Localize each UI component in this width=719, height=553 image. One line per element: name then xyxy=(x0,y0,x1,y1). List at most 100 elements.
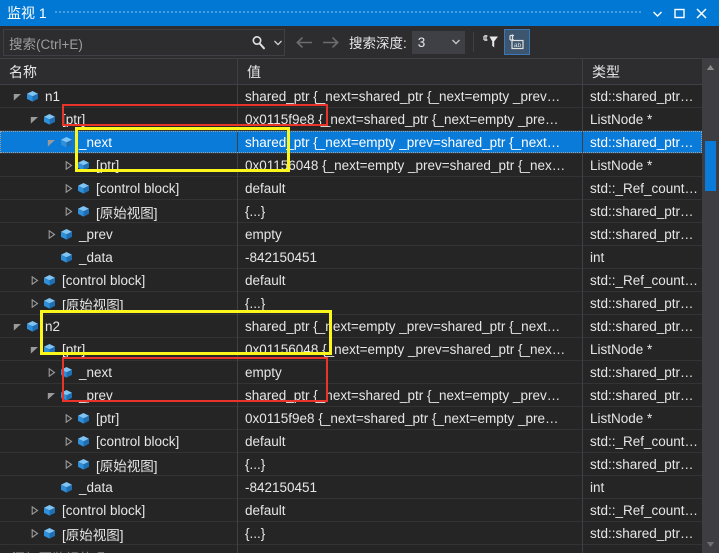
row-name-cell[interactable]: [control block] xyxy=(0,499,238,522)
maximize-icon[interactable] xyxy=(668,0,690,26)
table-row[interactable]: _prev empty std::shared_ptr… xyxy=(0,223,719,246)
row-name-cell[interactable]: [control block] xyxy=(0,269,238,292)
table-row[interactable]: [原始视图] {...} std::shared_ptr… xyxy=(0,292,719,315)
row-value-cell[interactable]: shared_ptr {_next=shared_ptr {_next=empt… xyxy=(238,85,583,108)
search-depth-select[interactable]: 3 xyxy=(411,30,465,54)
row-name-cell[interactable]: _prev xyxy=(0,384,238,407)
row-name-cell[interactable]: _next xyxy=(0,361,238,384)
search-next-arrow-icon[interactable] xyxy=(317,27,343,57)
row-name-cell[interactable]: [原始视图] xyxy=(0,453,238,476)
window-menu-dropdown-icon[interactable] xyxy=(646,0,668,26)
column-header-value[interactable]: 值 xyxy=(238,59,583,84)
expand-collapse-triangle-down-icon[interactable] xyxy=(28,108,41,131)
row-name-cell[interactable]: _prev xyxy=(0,223,238,246)
row-value-cell[interactable]: {...} xyxy=(238,200,583,223)
add-watch-item-row[interactable]: 添加要监视的项 xyxy=(0,545,719,553)
row-value-cell[interactable]: empty xyxy=(238,223,583,246)
expand-collapse-triangle-down-icon[interactable] xyxy=(45,131,58,154)
add-watch-name-cell[interactable]: 添加要监视的项 xyxy=(0,545,238,553)
expand-collapse-triangle-right-icon[interactable] xyxy=(28,499,41,522)
table-row[interactable]: n2 shared_ptr {_next=empty _prev=shared_p… xyxy=(0,315,719,338)
expand-collapse-triangle-right-icon[interactable] xyxy=(62,407,75,430)
row-name-cell[interactable]: [control block] xyxy=(0,430,238,453)
row-name-cell[interactable]: [原始视图] xyxy=(0,522,238,545)
expand-collapse-triangle-right-icon[interactable] xyxy=(62,200,75,223)
close-icon[interactable] xyxy=(690,0,712,26)
vertical-scrollbar[interactable] xyxy=(702,59,719,553)
column-header-name[interactable]: 名称 xyxy=(0,59,238,84)
row-name-cell[interactable]: _next xyxy=(0,131,238,154)
table-row[interactable]: [原始视图] {...} std::shared_ptr… xyxy=(0,522,719,545)
expand-collapse-triangle-right-icon[interactable] xyxy=(62,453,75,476)
expand-collapse-triangle-right-icon[interactable] xyxy=(28,292,41,315)
row-name-cell[interactable]: [ptr] xyxy=(0,407,238,430)
row-name-cell[interactable]: [ptr] xyxy=(0,108,238,131)
expand-collapse-triangle-right-icon[interactable] xyxy=(62,154,75,177)
table-row[interactable]: n1 shared_ptr {_next=shared_ptr {_next=em… xyxy=(0,85,719,108)
row-value-cell[interactable]: shared_ptr {_next=empty _prev=shared_ptr… xyxy=(238,315,583,338)
row-name-cell[interactable]: [ptr] xyxy=(0,154,238,177)
table-row[interactable]: [ptr] 0x0115f9e8 {_next=shared_ptr {_next… xyxy=(0,407,719,430)
expand-collapse-triangle-down-icon[interactable] xyxy=(45,384,58,407)
row-value-cell[interactable]: default xyxy=(238,269,583,292)
scroll-down-arrow-icon[interactable] xyxy=(702,536,719,553)
row-value-cell[interactable]: shared_ptr {_next=empty _prev=shared_ptr… xyxy=(238,131,583,154)
row-value-cell[interactable]: -842150451 xyxy=(238,246,583,269)
expand-collapse-triangle-right-icon[interactable] xyxy=(45,361,58,384)
row-value-cell[interactable]: {...} xyxy=(238,292,583,315)
row-value-cell[interactable]: empty xyxy=(238,361,583,384)
table-row[interactable]: _next shared_ptr {_next=empty _prev=share… xyxy=(0,131,719,154)
table-row[interactable]: [control block] default std::_Ref_count… xyxy=(0,177,719,200)
expand-collapse-triangle-right-icon[interactable] xyxy=(62,430,75,453)
column-header-type[interactable]: 类型 xyxy=(583,59,702,84)
row-value-cell[interactable]: default xyxy=(238,430,583,453)
row-name-cell[interactable]: [ptr] xyxy=(0,338,238,361)
table-row[interactable]: [原始视图] {...} std::shared_ptr… xyxy=(0,453,719,476)
search-options-chevron-down-icon[interactable] xyxy=(271,40,284,46)
title-bar-drag-grip[interactable] xyxy=(54,0,642,26)
table-row[interactable]: [control block] default std::_Ref_count… xyxy=(0,499,719,522)
row-name-cell[interactable]: [原始视图] xyxy=(0,200,238,223)
expand-collapse-triangle-down-icon[interactable] xyxy=(28,338,41,361)
search-input[interactable]: 搜索(Ctrl+E) xyxy=(3,29,285,56)
table-row[interactable]: [control block] default std::_Ref_count… xyxy=(0,430,719,453)
row-name-cell[interactable]: n1 xyxy=(0,85,238,108)
chevron-down-icon[interactable] xyxy=(449,39,464,45)
expand-collapse-triangle-right-icon[interactable] xyxy=(28,522,41,545)
table-row[interactable]: [原始视图] {...} std::shared_ptr… xyxy=(0,200,719,223)
row-name-cell[interactable]: [原始视图] xyxy=(0,292,238,315)
expand-collapse-triangle-right-icon[interactable] xyxy=(62,177,75,200)
row-value-cell[interactable]: 0x01156048 {_next=empty _prev=shared_ptr… xyxy=(238,338,583,361)
row-name-cell[interactable]: _data xyxy=(0,246,238,269)
row-value-cell[interactable]: {...} xyxy=(238,522,583,545)
row-value-cell[interactable]: 0x0115f9e8 {_next=shared_ptr {_next=empt… xyxy=(238,407,583,430)
row-value-cell[interactable]: -842150451 xyxy=(238,476,583,499)
table-row[interactable]: _data -842150451 int xyxy=(0,476,719,499)
row-name-cell[interactable]: n2 xyxy=(0,315,238,338)
pin-filter-icon[interactable] xyxy=(478,29,504,55)
row-value-cell[interactable]: shared_ptr {_next=shared_ptr {_next=empt… xyxy=(238,384,583,407)
table-row[interactable]: [control block] default std::_Ref_count… xyxy=(0,269,719,292)
table-row[interactable]: _prev shared_ptr {_next=shared_ptr {_next… xyxy=(0,384,719,407)
search-previous-arrow-icon[interactable] xyxy=(291,27,317,57)
table-row[interactable]: [ptr] 0x01156048 {_next=empty _prev=share… xyxy=(0,154,719,177)
table-row[interactable]: _data -842150451 int xyxy=(0,246,719,269)
table-row[interactable]: [ptr] 0x0115f9e8 {_next=shared_ptr {_next… xyxy=(0,108,719,131)
row-name-cell[interactable]: _data xyxy=(0,476,238,499)
expand-collapse-triangle-down-icon[interactable] xyxy=(11,85,24,108)
search-icon[interactable] xyxy=(245,35,271,50)
expand-collapse-triangle-right-icon[interactable] xyxy=(28,269,41,292)
row-value-cell[interactable]: {...} xyxy=(238,453,583,476)
row-name-cell[interactable]: [control block] xyxy=(0,177,238,200)
table-row[interactable]: _next empty std::shared_ptr… xyxy=(0,361,719,384)
expand-collapse-triangle-right-icon[interactable] xyxy=(45,223,58,246)
row-value-cell[interactable]: default xyxy=(238,177,583,200)
table-row[interactable]: [ptr] 0x01156048 {_next=empty _prev=share… xyxy=(0,338,719,361)
row-value-cell[interactable]: 0x0115f9e8 {_next=shared_ptr {_next=empt… xyxy=(238,108,583,131)
row-value-cell[interactable]: default xyxy=(238,499,583,522)
scrollbar-thumb[interactable] xyxy=(705,141,716,191)
row-value-cell[interactable]: 0x01156048 {_next=empty _prev=shared_ptr… xyxy=(238,154,583,177)
hexadecimal-display-icon[interactable]: ab xyxy=(503,29,530,55)
expand-collapse-triangle-down-icon[interactable] xyxy=(11,315,24,338)
scroll-up-arrow-icon[interactable] xyxy=(702,59,719,76)
